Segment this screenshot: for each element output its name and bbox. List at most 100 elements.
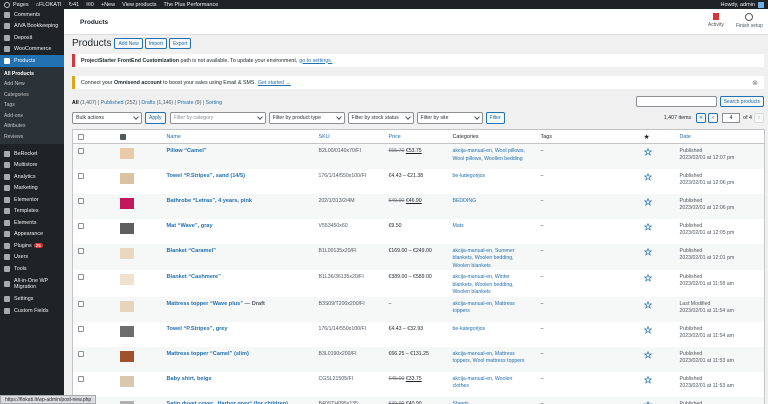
- previous-page-button[interactable]: ‹: [708, 113, 719, 123]
- row-checkbox[interactable]: [78, 172, 84, 179]
- row-checkbox[interactable]: [78, 350, 84, 357]
- featured-star-icon[interactable]: [643, 274, 652, 282]
- row-checkbox[interactable]: [78, 197, 84, 204]
- menu-item-tools[interactable]: Tools: [0, 263, 64, 275]
- view-all[interactable]: All (1,407): [72, 100, 97, 106]
- product-name-link[interactable]: Mattress topper “Camel” (slim): [167, 351, 249, 357]
- featured-star-icon[interactable]: [643, 247, 652, 256]
- menu-item-elementor[interactable]: Elementor: [0, 194, 64, 206]
- menu-item-deposit[interactable]: Deposit: [0, 32, 64, 44]
- product-name-link[interactable]: Towel “P.Stripes”, sand (14/5): [167, 173, 245, 179]
- account-menu[interactable]: Howdy, admin: [721, 1, 764, 8]
- product-thumbnail[interactable]: [119, 350, 134, 362]
- menu-item-templates[interactable]: Templates: [0, 206, 64, 218]
- menu-item-woocommerce[interactable]: WooCommerce: [0, 44, 64, 56]
- search-products-button[interactable]: Search products: [719, 96, 764, 107]
- product-thumbnail[interactable]: [119, 222, 134, 234]
- product-categories[interactable]: be-kategorijos: [449, 169, 537, 194]
- featured-star-icon[interactable]: [643, 400, 652, 404]
- featured-star-icon[interactable]: [643, 172, 652, 181]
- product-categories[interactable]: akcija-manual-en, Summer blankets, Woolen…: [448, 243, 537, 270]
- updates-link[interactable]: ↻ 41: [68, 2, 79, 8]
- featured-star-icon[interactable]: [643, 375, 652, 384]
- row-checkbox[interactable]: [78, 274, 84, 280]
- submenu-item-all-products[interactable]: All Products: [0, 69, 64, 80]
- product-thumbnail[interactable]: [119, 172, 134, 184]
- row-checkbox[interactable]: [78, 222, 84, 229]
- product-name-link[interactable]: Mattress topper “Wave plus” — Draft: [167, 301, 265, 307]
- row-checkbox[interactable]: [78, 148, 84, 154]
- product-categories[interactable]: akcija-manual-en, Wool pillows, Wool pill…: [448, 143, 537, 169]
- current-page-input[interactable]: 4: [722, 113, 741, 123]
- view-drafts[interactable]: Drafts (1,146): [141, 100, 173, 106]
- menu-item-settings[interactable]: Settings: [0, 294, 64, 306]
- get-started-link[interactable]: Get started →: [258, 80, 291, 86]
- product-thumbnail[interactable]: [119, 400, 134, 404]
- menu-item-appearance[interactable]: Appearance: [0, 229, 64, 241]
- category-filter-select[interactable]: Filter by category: [169, 112, 266, 124]
- comments-link[interactable]: ✉ 0: [86, 2, 94, 8]
- add-new-button[interactable]: Add New: [114, 38, 143, 49]
- bulk-actions-select[interactable]: Bulk actions: [72, 112, 142, 124]
- search-input[interactable]: [635, 96, 717, 107]
- product-thumbnail[interactable]: [119, 375, 134, 387]
- product-name-link[interactable]: Baby shirt, beige: [167, 376, 212, 382]
- row-checkbox[interactable]: [78, 325, 84, 332]
- go-to-settings-link[interactable]: go to settings.: [299, 58, 332, 64]
- product-type-filter-select[interactable]: Filter by product type: [268, 112, 345, 124]
- import-button[interactable]: Import: [144, 38, 167, 49]
- site-name-link[interactable]: ⌂ FLOKATI: [36, 2, 62, 8]
- menu-item-berocket[interactable]: BeRocket: [0, 148, 64, 160]
- view-private[interactable]: Private (9): [177, 100, 201, 106]
- submenu-item-attributes[interactable]: Attributes: [0, 121, 64, 132]
- stock-status-filter-select[interactable]: Filter by stock status: [347, 112, 414, 124]
- product-thumbnail[interactable]: [119, 148, 134, 159]
- submenu-item-add-ons[interactable]: Add-ons: [0, 111, 64, 122]
- menu-item-analytics[interactable]: Analytics: [0, 171, 64, 183]
- featured-star-icon[interactable]: [643, 325, 652, 334]
- menu-item-all-in-one-wp[interactable]: All-in-One WP Migration: [0, 275, 64, 294]
- first-page-button[interactable]: «: [696, 113, 707, 123]
- submenu-item-add-new[interactable]: Add New: [0, 79, 64, 90]
- finish-setup-button[interactable]: Finish setup: [736, 13, 763, 29]
- featured-star-icon[interactable]: [643, 222, 652, 231]
- featured-star-icon[interactable]: [643, 197, 652, 206]
- product-name-link[interactable]: Pillow “Camel”: [167, 148, 207, 154]
- column-name[interactable]: Name: [162, 129, 315, 144]
- product-categories[interactable]: akcija-manual-en, Mattress toppers, Wool …: [448, 346, 537, 372]
- row-checkbox[interactable]: [78, 300, 84, 307]
- product-thumbnail[interactable]: [119, 274, 134, 285]
- product-name-link[interactable]: Mat “Wave”, gray: [167, 223, 213, 229]
- submenu-item-tags[interactable]: Tags: [0, 100, 64, 111]
- menu-item-products[interactable]: Products: [0, 55, 64, 67]
- row-checkbox[interactable]: [78, 247, 84, 254]
- column-sku[interactable]: SKU: [314, 129, 385, 144]
- wp-logo-menu[interactable]: Pages: [4, 1, 29, 8]
- menu-item-users[interactable]: Users: [0, 252, 64, 264]
- row-checkbox[interactable]: [78, 375, 84, 382]
- product-categories[interactable]: be-kategorijos: [449, 322, 537, 347]
- view-products-link[interactable]: View products: [122, 2, 156, 8]
- product-thumbnail[interactable]: [119, 325, 134, 337]
- view-sorting[interactable]: Sorting: [206, 100, 222, 106]
- site-filter-select[interactable]: Filter by site: [416, 112, 483, 124]
- activity-button[interactable]: Activity: [708, 13, 724, 28]
- featured-star-icon[interactable]: [643, 350, 652, 359]
- plus-performance-link[interactable]: The Plus Performance: [164, 2, 219, 8]
- product-thumbnail[interactable]: [119, 247, 134, 259]
- menu-item-marketing[interactable]: Marketing: [0, 183, 64, 195]
- product-name-link[interactable]: Blanket “Caramel”: [167, 248, 216, 254]
- new-content-link[interactable]: + New: [101, 2, 115, 8]
- featured-star-icon[interactable]: [643, 148, 652, 156]
- menu-item-plugins[interactable]: Plugins 25: [0, 240, 64, 252]
- menu-item-multistore[interactable]: Multistore: [0, 160, 64, 172]
- menu-item-custom-fields[interactable]: Custom Fields: [0, 305, 64, 317]
- product-categories[interactable]: BEDDING: [448, 193, 537, 219]
- export-button[interactable]: Export: [168, 38, 192, 49]
- view-published[interactable]: Published (252): [101, 100, 137, 106]
- apply-button[interactable]: Apply: [145, 112, 166, 124]
- product-name-link[interactable]: Satin duvet cover „Harbor gray“ (for chi…: [167, 401, 289, 404]
- submenu-item-reviews[interactable]: Reviews: [0, 132, 64, 143]
- featured-star-icon[interactable]: ★: [639, 129, 676, 144]
- select-all-checkbox[interactable]: [78, 133, 84, 140]
